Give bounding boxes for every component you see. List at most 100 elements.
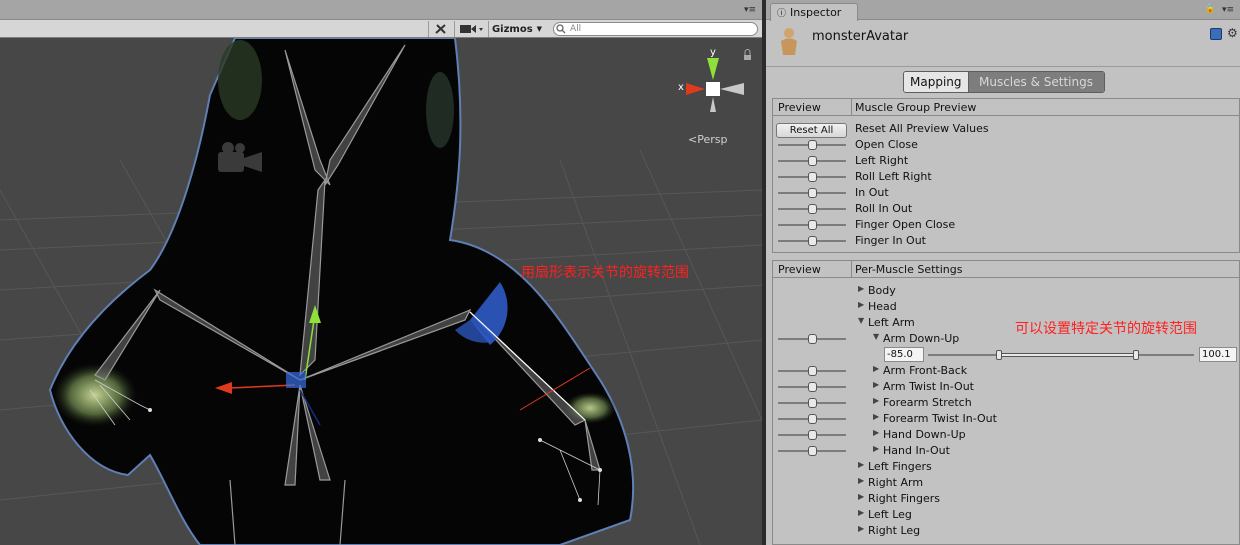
foldout-collapsed-icon[interactable]: ▶ [873, 428, 879, 437]
foldout-expanded-icon[interactable]: ▼ [873, 332, 879, 341]
slider-knob[interactable] [808, 398, 817, 408]
muscle-row[interactable]: ▶ Forearm Stretch [773, 395, 1240, 411]
foldout-collapsed-icon[interactable]: ▶ [858, 508, 864, 517]
slider-knob[interactable] [808, 446, 817, 456]
slider-knob[interactable] [808, 156, 817, 166]
preview-slider[interactable] [778, 172, 846, 182]
inspector-annotation: 可以设置特定关节的旋转范围 [1015, 321, 1197, 337]
slider-knob[interactable] [808, 188, 817, 198]
foldout-collapsed-icon[interactable]: ▶ [858, 476, 864, 485]
preview-slider[interactable] [778, 398, 846, 408]
per-muscle-header: Preview Per-Muscle Settings [773, 261, 1239, 278]
muscle-row[interactable]: ▶ Right Arm [773, 475, 1240, 491]
muscle-row[interactable]: ▶ Arm Twist In-Out [773, 379, 1240, 395]
slider-knob[interactable] [808, 204, 817, 214]
unity-editor: ▾≡ Gizmos ▼ All y x <Persp 用扇形表示关节的旋转范围 … [0, 0, 1240, 545]
muscle-row[interactable]: ▶ Right Leg [773, 523, 1240, 539]
slider-knob[interactable] [808, 140, 817, 150]
tab-mapping[interactable]: Mapping [904, 72, 969, 92]
preview-slider[interactable] [778, 382, 846, 392]
lock-icon[interactable] [744, 49, 751, 60]
panel-menu-icon[interactable]: ▾≡ [744, 5, 756, 15]
scene-search-input[interactable]: All [553, 22, 758, 36]
range-max-field[interactable]: 100.1 [1199, 347, 1237, 362]
preview-slider[interactable] [778, 236, 846, 246]
muscle-row[interactable]: ▶ Head [773, 299, 1240, 315]
range-max-handle[interactable] [1133, 350, 1139, 360]
tab-inspector[interactable]: ⓘ Inspector [770, 3, 858, 21]
projection-label[interactable]: <Persp [688, 133, 727, 146]
slider-knob[interactable] [808, 236, 817, 246]
orientation-gizmo[interactable] [686, 58, 744, 112]
muscle-row[interactable]: ▶ Hand In-Out [773, 443, 1240, 459]
foldout-collapsed-icon[interactable]: ▶ [858, 284, 864, 293]
panel-menu-icon[interactable]: ▾≡ [1222, 5, 1234, 15]
preview-slider[interactable] [778, 156, 846, 166]
monster-silhouette[interactable] [48, 38, 635, 545]
slider-knob[interactable] [808, 414, 817, 424]
slider-knob[interactable] [808, 334, 817, 344]
preview-slider[interactable] [778, 334, 846, 344]
muscle-row[interactable]: ▶ Arm Front-Back [773, 363, 1240, 379]
scene-tab-strip: ▾≡ [0, 0, 762, 20]
slider-knob[interactable] [808, 382, 817, 392]
preview-slider[interactable] [778, 204, 846, 214]
preview-slider[interactable] [778, 188, 846, 198]
preview-column-label: Preview [778, 263, 821, 276]
foldout-collapsed-icon[interactable]: ▶ [858, 492, 864, 501]
camera-icon[interactable] [454, 21, 486, 37]
muscle-group-label: Roll Left Right [855, 170, 932, 183]
muscle-row[interactable]: ▶ Forearm Twist In-Out [773, 411, 1240, 427]
range-min-field[interactable]: -85.0 [884, 347, 924, 362]
muscle-row[interactable]: ▶ Hand Down-Up [773, 427, 1240, 443]
preview-slider[interactable] [778, 414, 846, 424]
range-min-handle[interactable] [996, 350, 1002, 360]
muscle-row[interactable]: ▶ Right Fingers [773, 491, 1240, 507]
muscle-row[interactable]: ▶ Left Leg [773, 507, 1240, 523]
reset-row: Reset All Reset All Preview Values [773, 121, 1240, 138]
foldout-collapsed-icon[interactable]: ▶ [858, 460, 864, 469]
foldout-collapsed-icon[interactable]: ▶ [873, 380, 879, 389]
head-glow [218, 40, 262, 120]
gear-icon[interactable]: ⚙ [1227, 26, 1238, 40]
gizmos-dropdown[interactable]: Gizmos ▼ [488, 21, 545, 37]
foldout-collapsed-icon[interactable]: ▶ [873, 396, 879, 405]
slider-knob[interactable] [808, 366, 817, 376]
muscle-row[interactable]: ▶ Body [773, 283, 1240, 299]
slider-knob[interactable] [808, 430, 817, 440]
slider-knob[interactable] [808, 172, 817, 182]
muscle-group-label: Open Close [855, 138, 918, 151]
foldout-collapsed-icon[interactable]: ▶ [873, 444, 879, 453]
scene-view[interactable]: ▾≡ Gizmos ▼ All y x <Persp 用扇形表示关节的旋转范围 [0, 0, 762, 545]
preview-slider[interactable] [778, 430, 846, 440]
range-slider-fill[interactable] [999, 353, 1136, 357]
muscle-group-label: Roll In Out [855, 202, 913, 215]
muscle-label: Left Fingers [868, 460, 932, 473]
preview-slider[interactable] [778, 140, 846, 150]
tools-icon[interactable] [428, 21, 452, 37]
lock-icon[interactable]: 🔒 [1205, 4, 1216, 14]
left-hand-glow [53, 363, 137, 427]
muscle-group-row: Roll Left Right [773, 169, 1240, 185]
scene-viewport[interactable]: y x [0, 38, 762, 545]
inspector-header: monsterAvatar ⚙ [766, 21, 1240, 67]
muscle-label: Head [868, 300, 897, 313]
tab-muscles-settings[interactable]: Muscles & Settings [968, 72, 1104, 92]
inspector-tab-label: Inspector [790, 6, 842, 19]
foldout-expanded-icon[interactable]: ▼ [858, 316, 864, 325]
preview-slider[interactable] [778, 366, 846, 376]
foldout-collapsed-icon[interactable]: ▶ [873, 412, 879, 421]
muscle-group-preview-header: Preview Muscle Group Preview [773, 99, 1239, 116]
preview-slider[interactable] [778, 446, 846, 456]
muscle-row[interactable]: ▶ Left Fingers [773, 459, 1240, 475]
muscle-group-preview-panel: Preview Muscle Group Preview Reset All R… [772, 98, 1240, 253]
slider-knob[interactable] [808, 220, 817, 230]
help-book-icon[interactable] [1210, 28, 1222, 40]
preview-slider[interactable] [778, 220, 846, 230]
foldout-collapsed-icon[interactable]: ▶ [858, 300, 864, 309]
muscle-label: Right Arm [868, 476, 924, 489]
shoulder-glow [426, 72, 454, 148]
foldout-collapsed-icon[interactable]: ▶ [858, 524, 864, 533]
reset-all-button[interactable]: Reset All [776, 123, 847, 138]
foldout-collapsed-icon[interactable]: ▶ [873, 364, 879, 373]
